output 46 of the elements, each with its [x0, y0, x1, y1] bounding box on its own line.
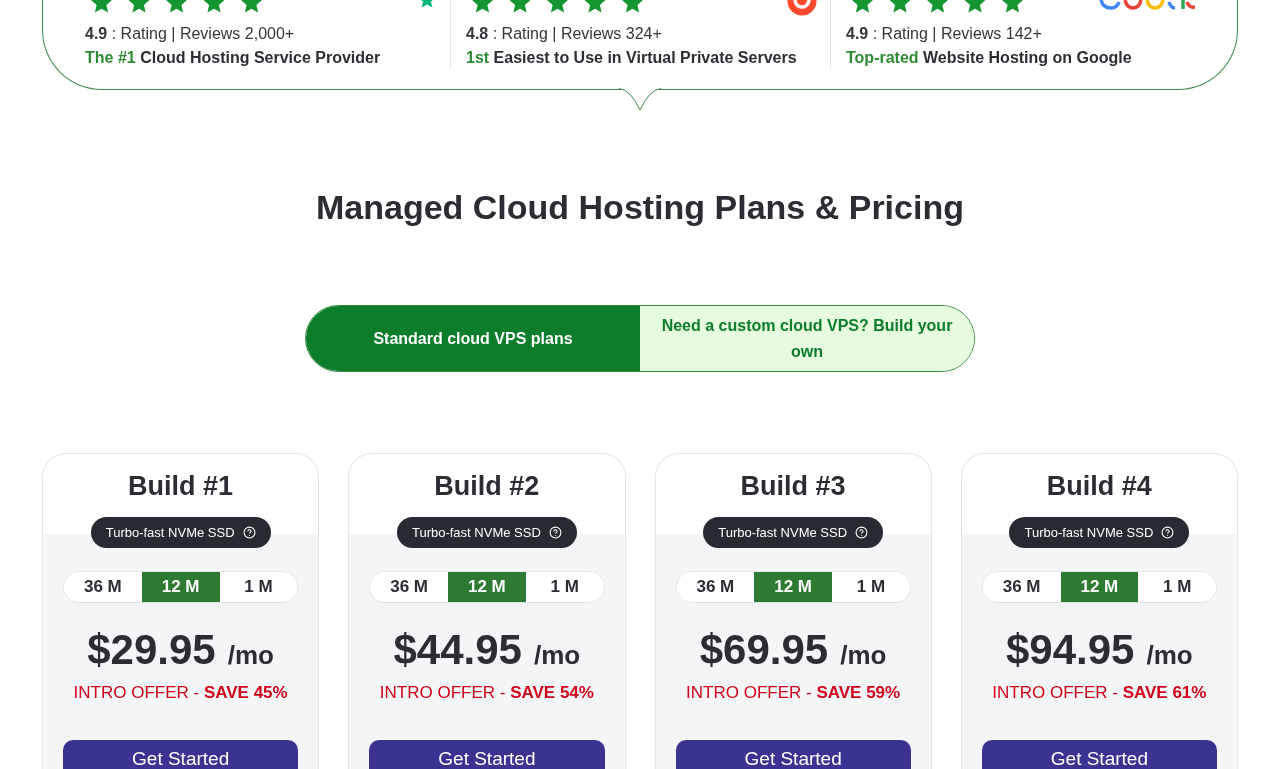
price: $69.95: [699, 625, 829, 675]
price-unit: /mo: [534, 639, 581, 671]
get-started-button[interactable]: Get Started: [675, 740, 911, 769]
feature-pill[interactable]: Turbo-fast NVMe SSD: [1009, 517, 1190, 548]
period-tab[interactable]: 12 M: [141, 572, 220, 602]
feature-label: Turbo-fast NVMe SSD: [411, 523, 541, 542]
plan-title: Build #4: [1046, 470, 1152, 503]
rating-summary: 4.9 : Rating | Reviews 2,000+: [85, 24, 295, 44]
help-icon[interactable]: [548, 526, 562, 539]
feature-label: Turbo-fast NVMe SSD: [718, 523, 848, 542]
price: $29.95: [87, 625, 216, 675]
plan-type-tab[interactable]: Need a custom cloud VPS? Build your own: [640, 306, 974, 371]
plan-type-tab[interactable]: Standard cloud VPS plans: [306, 306, 640, 371]
feature-pill[interactable]: Turbo-fast NVMe SSD: [703, 517, 884, 548]
get-started-button[interactable]: Get Started: [63, 740, 299, 769]
period-tab[interactable]: 12 M: [448, 572, 526, 602]
page-heading: Managed Cloud Hosting Plans & Pricing: [316, 187, 964, 228]
plan-title: Build #1: [128, 470, 234, 503]
rating-summary: 4.9 : Rating | Reviews 142+: [846, 24, 1042, 44]
offer-text: INTRO OFFER - SAVE 61%: [992, 682, 1207, 704]
plan-title: Build #3: [740, 470, 846, 503]
multicolor-logo-icon: [1099, 0, 1195, 10]
price: $94.95: [1006, 625, 1135, 675]
review-tagline: Top-rated Website Hosting on Google: [846, 48, 1132, 68]
feature-pill[interactable]: Turbo-fast NVMe SSD: [90, 517, 271, 548]
help-icon[interactable]: [1161, 526, 1175, 539]
feature-label: Turbo-fast NVMe SSD: [105, 523, 235, 542]
offer-text: INTRO OFFER - SAVE 54%: [379, 682, 594, 704]
help-icon[interactable]: [242, 526, 256, 539]
help-icon[interactable]: [855, 526, 869, 539]
offer-text: INTRO OFFER - SAVE 45%: [73, 682, 288, 704]
plan-title: Build #2: [434, 470, 540, 503]
offer-text: INTRO OFFER - SAVE 59%: [686, 682, 901, 704]
price-unit: /mo: [1146, 639, 1193, 671]
period-tab[interactable]: 12 M: [754, 572, 832, 602]
review-tagline: The #1 Cloud Hosting Service Provider: [85, 48, 381, 68]
feature-label: Turbo-fast NVMe SSD: [1024, 523, 1154, 542]
price-unit: /mo: [227, 639, 274, 671]
rating-summary: 4.8 : Rating | Reviews 324+: [466, 24, 662, 44]
price-unit: /mo: [840, 639, 887, 671]
feature-pill[interactable]: Turbo-fast NVMe SSD: [396, 517, 577, 548]
get-started-button[interactable]: Get Started: [369, 740, 605, 769]
price: $44.95: [393, 625, 522, 675]
period-tab[interactable]: 12 M: [1060, 572, 1139, 602]
review-tagline: 1st Easiest to Use in Virtual Private Servers: [466, 48, 797, 68]
get-started-button[interactable]: Get Started: [981, 740, 1217, 769]
